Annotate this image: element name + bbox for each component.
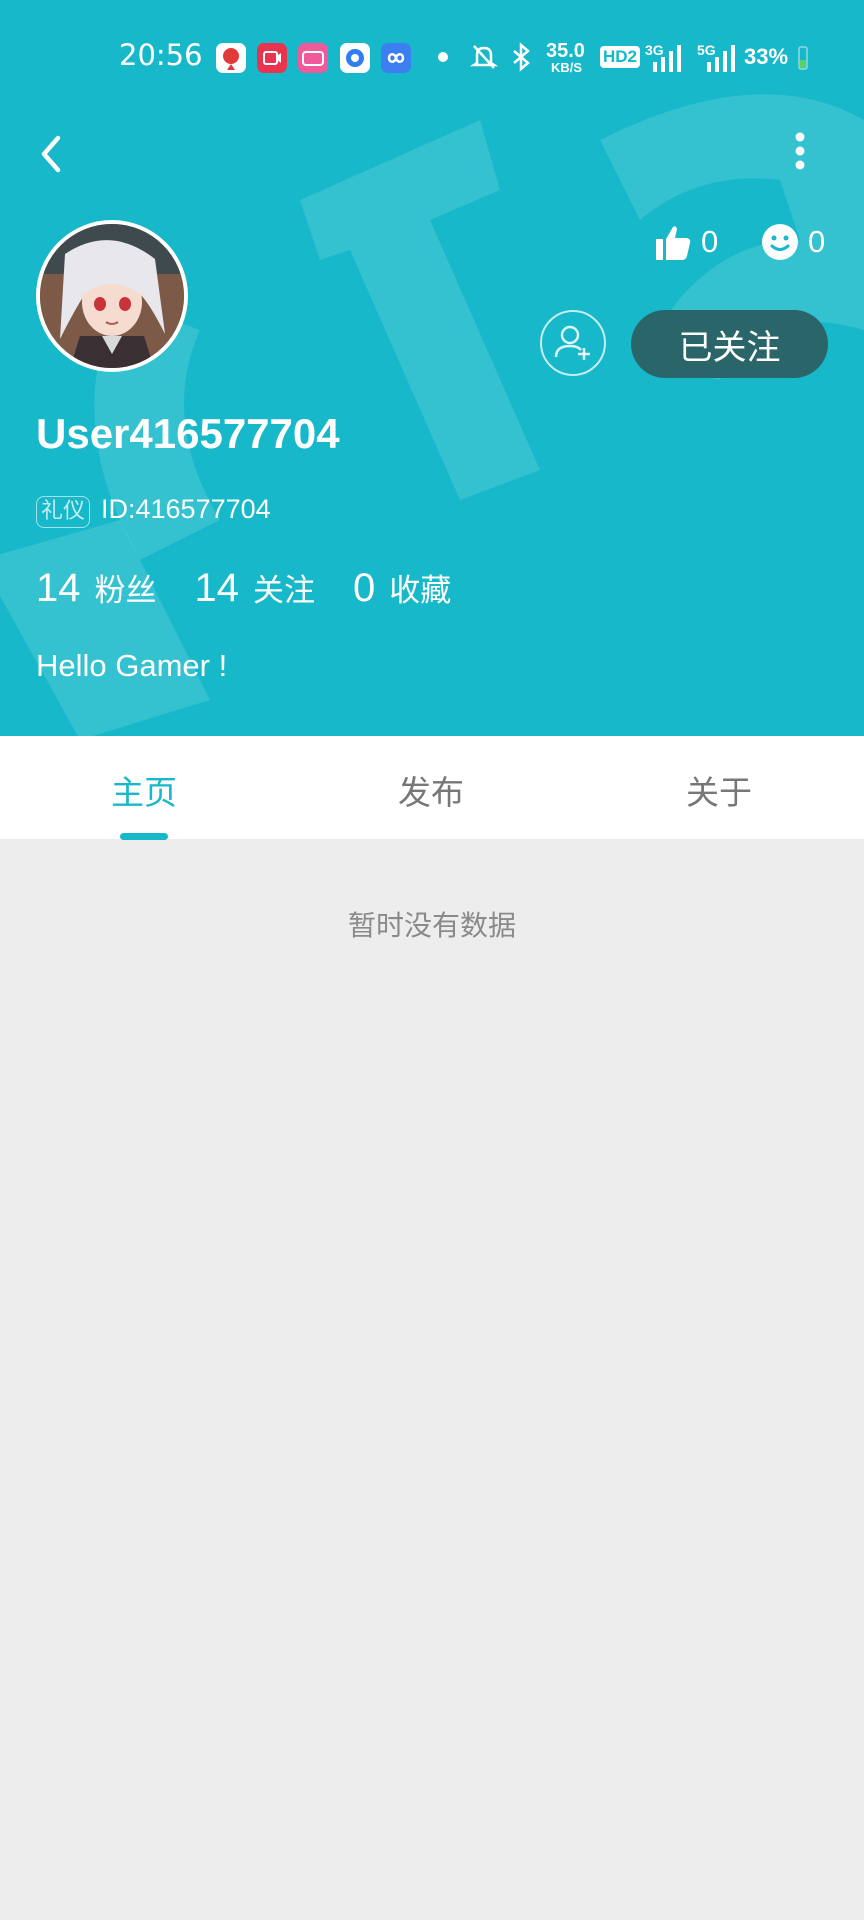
fans-count[interactable]: 14 (36, 566, 81, 611)
avatar-anime-character-image (40, 224, 184, 368)
hd-indicator: HD2 (600, 46, 641, 68)
browser-app-icon (340, 43, 370, 73)
smiles-count: 0 (808, 224, 826, 259)
chevron-left-icon (41, 135, 61, 173)
profile-header: 20:56 35.0 KB/S HD2 3G 5G 33% 0 0 已关注 Us… (0, 0, 864, 736)
tab-bar: 主页 发布 关于 (0, 736, 864, 839)
empty-state-text: 暂时没有数据 (347, 909, 516, 942)
video-app-icon (257, 43, 287, 73)
followed-button[interactable]: 已关注 (631, 310, 828, 378)
tab-home[interactable]: 主页 (111, 766, 177, 814)
battery-percent: 33% (744, 44, 789, 69)
bilibili-app-icon (298, 43, 328, 73)
avatar[interactable] (36, 220, 188, 372)
signal-icon-1 (653, 45, 681, 72)
user-id: ID:416577704 (101, 494, 271, 524)
infinity-app-icon (381, 43, 411, 73)
etiquette-badge: 礼仪 (36, 496, 91, 528)
tab-about[interactable]: 关于 (686, 766, 752, 814)
fans-label[interactable]: 粉丝 (95, 565, 157, 610)
tab-active-indicator (120, 833, 168, 840)
tab-posts[interactable]: 发布 (398, 766, 464, 814)
user-plus-icon (554, 325, 590, 360)
favorites-count[interactable]: 0 (353, 566, 375, 611)
bluetooth-icon (513, 42, 530, 72)
profile-stats: 14 粉丝 14 关注 0 收藏 (36, 565, 489, 611)
following-count[interactable]: 14 (195, 566, 240, 611)
status-bar: 20:56 35.0 KB/S HD2 3G 5G 33% (0, 0, 864, 110)
signal-icon-2 (707, 45, 735, 72)
likes-count: 0 (701, 224, 719, 259)
username: User416577704 (36, 410, 340, 457)
back-button[interactable] (30, 126, 76, 182)
add-friend-button[interactable] (540, 310, 606, 376)
favorites-label[interactable]: 收藏 (389, 565, 451, 610)
bio-text: Hello Gamer ! (36, 648, 228, 683)
mute-bell-icon (470, 45, 498, 69)
smile-icon[interactable] (760, 222, 800, 262)
network-speed-unit: KB/S (551, 60, 583, 75)
maps-app-icon (216, 43, 246, 73)
battery-icon (798, 46, 808, 70)
following-label[interactable]: 关注 (253, 565, 315, 610)
status-time: 20:56 (119, 38, 203, 72)
more-options-button[interactable] (780, 126, 820, 176)
notification-dot-icon (438, 52, 448, 62)
more-vertical-icon (795, 132, 805, 170)
thumbs-up-icon[interactable] (652, 222, 692, 262)
